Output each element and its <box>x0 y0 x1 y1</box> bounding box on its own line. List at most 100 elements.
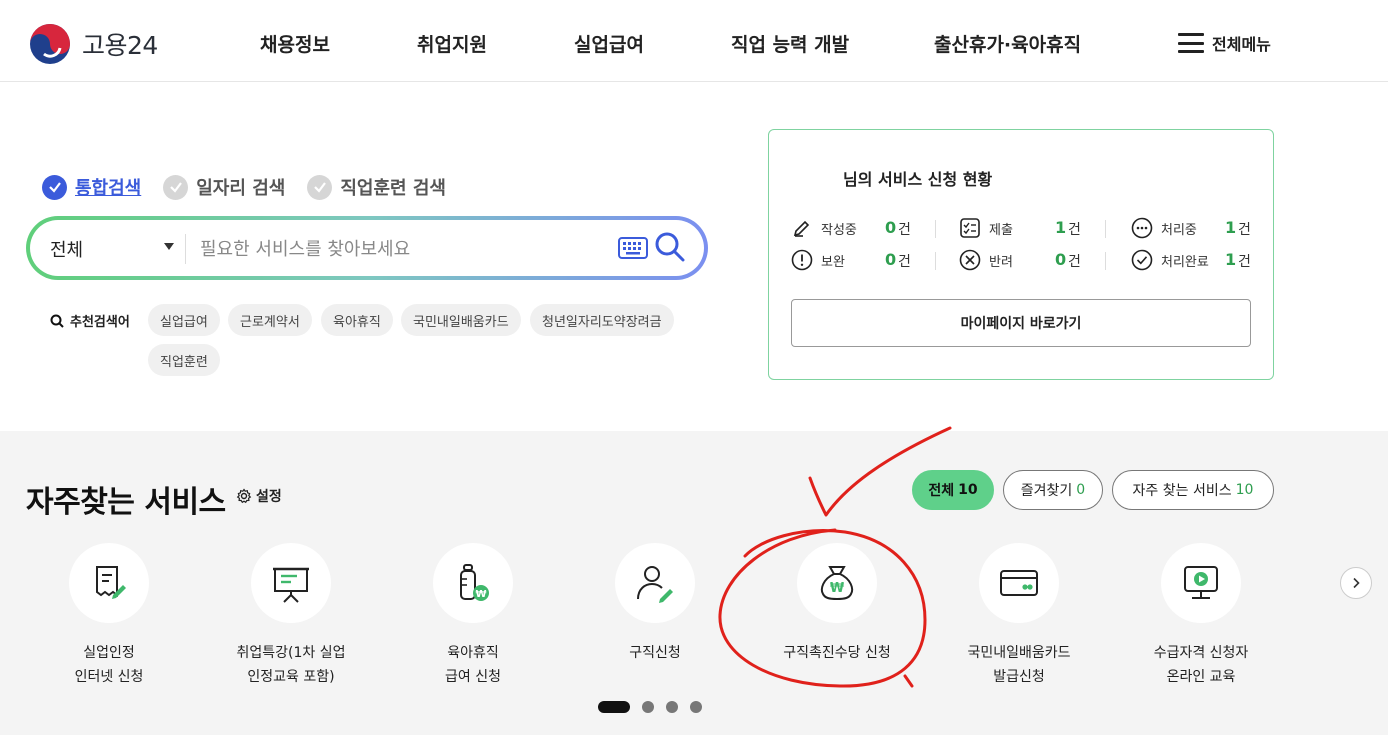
all-menu-button[interactable]: 전체메뉴 <box>1178 31 1271 55</box>
check-circle-icon <box>42 174 67 200</box>
svg-text:₩: ₩ <box>475 589 486 600</box>
stat-value: 1 <box>1055 218 1067 237</box>
pencil-icon <box>793 220 810 237</box>
site-logo[interactable]: 고용24 <box>28 22 158 66</box>
stat-writing[interactable]: 작성중 <box>791 217 857 239</box>
tab-label: 직업훈련 검색 <box>340 178 446 199</box>
recommended-chip[interactable]: 근로계약서 <box>228 304 312 336</box>
service-unemployment-recognition[interactable]: 실업인정 인터넷 신청 <box>19 543 199 689</box>
tab-label: 통합검색 <box>75 178 142 199</box>
stat-unit: 건 <box>1068 254 1081 270</box>
stat-value: 1 <box>1225 218 1237 237</box>
tab-job-search[interactable]: 일자리 검색 <box>163 174 285 200</box>
tab-favorites[interactable]: 즐겨찾기 0 <box>1003 470 1103 510</box>
nav-parental-leave[interactable]: 출산휴가·육아휴직 <box>934 30 1081 57</box>
stat-label: 작성중 <box>821 222 857 238</box>
tab-label: 즐겨찾기 <box>1020 483 1073 499</box>
caret-down-icon[interactable] <box>164 243 174 250</box>
service-label: 육아휴직 급여 신청 <box>445 645 501 685</box>
check-circle-icon <box>163 174 189 200</box>
service-parental-leave-benefit[interactable]: ₩ 육아휴직 급여 신청 <box>383 543 563 689</box>
check-circle-icon <box>307 174 333 200</box>
receipt-pen-icon <box>96 566 126 599</box>
recommended-keywords-label: 추천검색어 <box>50 311 130 330</box>
tab-frequent-services[interactable]: 자주 찾는 서비스 10 <box>1112 470 1274 510</box>
keyboard-icon[interactable] <box>618 237 648 259</box>
nav-unemployment-benefit[interactable]: 실업급여 <box>574 30 644 57</box>
tab-label: 자주 찾는 서비스 <box>1132 483 1232 499</box>
stat-label: 반려 <box>989 254 1013 270</box>
search-input[interactable] <box>200 231 610 267</box>
recommended-chip[interactable]: 청년일자리도약장려금 <box>530 304 674 336</box>
search-box: 전체 <box>26 216 708 280</box>
nav-vocational-training[interactable]: 직업 능력 개발 <box>731 30 849 57</box>
service-label: 국민내일배움카드 발급신청 <box>967 645 1071 685</box>
monitor-play-icon <box>1184 566 1218 599</box>
divider <box>1105 252 1106 270</box>
check-circle-icon <box>1131 249 1153 271</box>
service-job-application[interactable]: 구직신청 <box>565 543 745 665</box>
stat-processing[interactable]: 처리중 <box>1131 217 1197 239</box>
recommended-chip[interactable]: 실업급여 <box>148 304 220 336</box>
pagination-dot[interactable] <box>666 701 678 713</box>
presentation-board-icon <box>273 567 309 603</box>
recommended-chip[interactable]: 국민내일배움카드 <box>401 304 521 336</box>
pagination-dot[interactable] <box>690 701 702 713</box>
service-job-lecture[interactable]: 취업특강(1차 실업 인정교육 포함) <box>201 543 381 689</box>
mypage-button[interactable]: 마이페이지 바로가기 <box>791 299 1251 347</box>
pagination-dot[interactable] <box>598 701 630 713</box>
nav-employment-support[interactable]: 취업지원 <box>417 30 487 57</box>
service-label: 취업특강(1차 실업 인정교육 포함) <box>236 645 346 685</box>
tab-count: 0 <box>1076 482 1086 498</box>
chevron-right-icon <box>1353 577 1360 589</box>
recommended-chip[interactable]: 직업훈련 <box>148 344 220 376</box>
nav-recruit-info[interactable]: 채용정보 <box>260 30 330 57</box>
svg-text:₩: ₩ <box>830 581 845 596</box>
alert-icon <box>791 249 813 271</box>
recommended-label-text: 추천검색어 <box>70 315 130 330</box>
service-label: 실업인정 인터넷 신청 <box>74 645 144 685</box>
money-bag-won-icon: ₩ <box>820 566 854 601</box>
stat-value: 0 <box>1055 250 1067 269</box>
section-title: 자주찾는 서비스 <box>26 485 226 520</box>
stat-rejected[interactable]: 반려 <box>959 249 1013 271</box>
person-pen-icon <box>637 566 673 603</box>
pagination-dot[interactable] <box>642 701 654 713</box>
stat-unit: 건 <box>1068 222 1081 238</box>
stat-unit: 건 <box>898 222 911 238</box>
stat-value: 0 <box>885 250 897 269</box>
stat-value: 1 <box>1225 250 1237 269</box>
tab-integrated-search[interactable]: 통합검색 <box>42 174 141 200</box>
settings-button[interactable]: 설정 <box>236 486 282 506</box>
stat-submitted[interactable]: 제출 <box>959 217 1013 239</box>
stat-label: 보완 <box>821 254 845 270</box>
service-online-education[interactable]: 수급자격 신청자 온라인 교육 <box>1111 543 1291 689</box>
service-status-card: 님의 서비스 신청 현황 작성중 0건 제출 1건 처리중 1건 보완 0건 반… <box>768 129 1274 380</box>
tab-label: 일자리 검색 <box>196 178 286 199</box>
tab-all-services[interactable]: 전체 10 <box>912 470 994 510</box>
recommended-chip[interactable]: 육아휴직 <box>321 304 393 336</box>
service-label: 구직촉진수당 신청 <box>783 645 891 661</box>
search-icon <box>50 314 64 328</box>
service-job-promotion-allowance[interactable]: ₩ 구직촉진수당 신청 <box>747 543 927 665</box>
stat-label: 처리완료 <box>1161 254 1209 270</box>
service-naeil-card[interactable]: 국민내일배움카드 발급신청 <box>929 543 1109 689</box>
divider <box>935 220 936 238</box>
tab-training-search[interactable]: 직업훈련 검색 <box>307 174 446 200</box>
baby-bottle-won-icon: ₩ <box>460 564 489 601</box>
carousel-next-button[interactable] <box>1340 567 1372 599</box>
divider <box>1105 220 1106 238</box>
stat-unit: 건 <box>1238 222 1251 238</box>
checklist-icon <box>960 218 980 238</box>
settings-label: 설정 <box>256 489 282 505</box>
stat-completed[interactable]: 처리완료 <box>1131 249 1209 271</box>
divider <box>935 252 936 270</box>
all-menu-label: 전체메뉴 <box>1212 35 1271 54</box>
search-category-select[interactable]: 전체 <box>50 236 83 262</box>
stat-supplement[interactable]: 보완 <box>791 249 845 271</box>
stat-label: 처리중 <box>1161 222 1197 238</box>
hamburger-icon <box>1178 33 1204 53</box>
service-label: 구직신청 <box>629 645 681 661</box>
card-icon <box>1000 570 1038 596</box>
search-icon[interactable] <box>654 231 686 263</box>
